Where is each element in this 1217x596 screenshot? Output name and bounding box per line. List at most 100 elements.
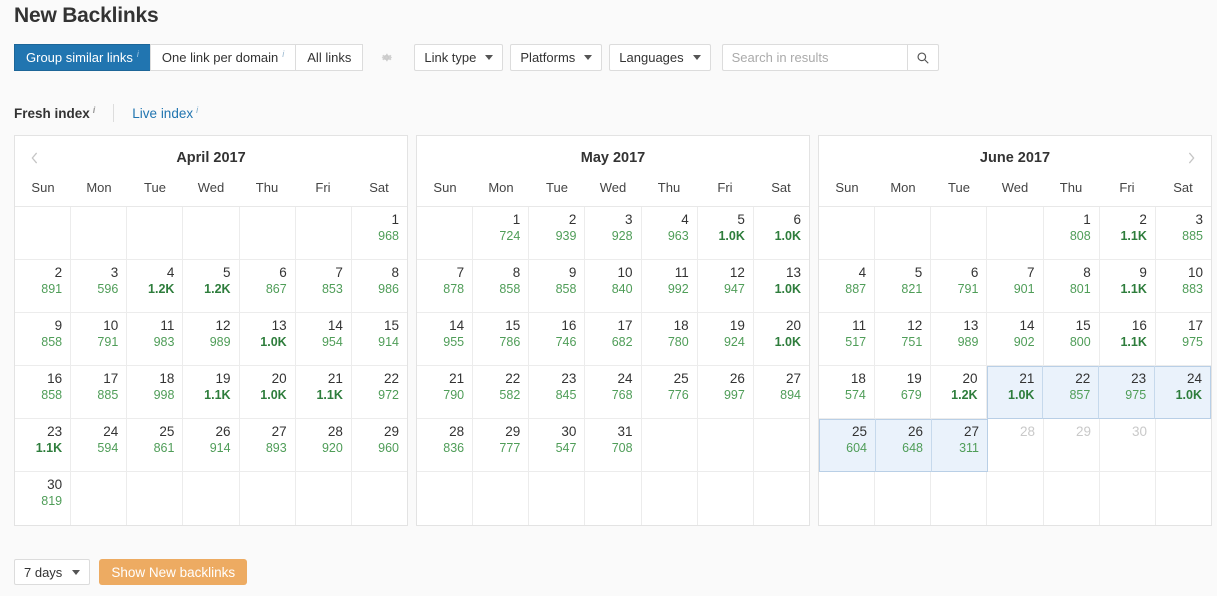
dropdown-platforms[interactable]: Platforms — [510, 44, 603, 71]
tab-fresh-index[interactable]: Fresh index i — [14, 105, 96, 121]
calendar-day-cell[interactable]: 7 878 — [417, 260, 474, 313]
calendar-day-cell[interactable]: 8 986 — [351, 260, 407, 313]
range-select[interactable]: 7 days — [14, 559, 91, 585]
calendar-day-cell[interactable]: 16 746 — [529, 313, 586, 366]
calendar-day-cell[interactable]: 26 997 — [697, 366, 754, 419]
calendar-day-cell[interactable]: 1 724 — [473, 207, 530, 260]
calendar-day-cell[interactable]: 17 975 — [1155, 313, 1211, 366]
calendar-day-cell[interactable]: 29 960 — [351, 419, 407, 472]
calendar-day-cell[interactable]: 16 1.1K — [1099, 313, 1156, 366]
calendar-day-cell[interactable]: 12 751 — [875, 313, 932, 366]
calendar-day-cell[interactable]: 22 972 — [351, 366, 407, 419]
calendar-day-cell[interactable]: 25 604 — [819, 419, 876, 472]
search-input[interactable] — [721, 44, 907, 71]
segment-group-similar-links[interactable]: Group similar links i — [14, 44, 151, 71]
calendar-day-cell[interactable]: 23 845 — [529, 366, 586, 419]
calendar-day-cell[interactable]: 26 914 — [183, 419, 240, 472]
calendar-day-cell[interactable]: 12 989 — [183, 313, 240, 366]
calendar-day-cell[interactable]: 17 885 — [71, 366, 128, 419]
gear-icon[interactable] — [369, 44, 403, 71]
calendar-day-cell[interactable]: 4 963 — [641, 207, 698, 260]
calendar-day-cell[interactable]: 12 947 — [697, 260, 754, 313]
calendar-day-cell[interactable]: 25 861 — [127, 419, 184, 472]
calendar-day-cell[interactable]: 1 968 — [351, 207, 407, 260]
calendar-day-cell[interactable]: 17 682 — [585, 313, 642, 366]
calendar-day-cell[interactable]: 10 883 — [1155, 260, 1211, 313]
chevron-right-icon[interactable] — [1179, 146, 1203, 170]
segment-one-link-per-domain[interactable]: One link per domain i — [149, 44, 297, 71]
calendar-day-cell[interactable]: 8 801 — [1043, 260, 1100, 313]
calendar-day-cell[interactable]: 9 858 — [529, 260, 586, 313]
calendar-day-cell[interactable]: 22 857 — [1043, 366, 1100, 419]
dropdown-link-type[interactable]: Link type — [414, 44, 504, 71]
calendar-day-cell[interactable]: 2 891 — [15, 260, 72, 313]
calendar-day-cell[interactable]: 23 975 — [1099, 366, 1156, 419]
calendar-day-cell[interactable]: 18 780 — [641, 313, 698, 366]
calendar-day-cell[interactable]: 20 1.2K — [930, 366, 987, 419]
info-icon[interactable]: i — [137, 49, 139, 59]
calendar-day-cell[interactable]: 14 954 — [295, 313, 352, 366]
calendar-day-cell[interactable]: 19 1.1K — [183, 366, 240, 419]
calendar-day-cell[interactable]: 6 1.0K — [753, 207, 809, 260]
calendar-day-cell[interactable]: 21 1.0K — [986, 366, 1044, 419]
calendar-day-cell[interactable]: 31 708 — [585, 419, 642, 472]
calendar-day-cell[interactable]: 2 1.1K — [1099, 207, 1156, 260]
calendar-day-cell[interactable]: 18 574 — [819, 366, 875, 419]
calendar-day-cell[interactable]: 7 853 — [295, 260, 352, 313]
info-icon[interactable]: i — [93, 105, 96, 115]
calendar-day-cell[interactable]: 13 989 — [931, 313, 988, 366]
calendar-day-cell[interactable]: 11 983 — [127, 313, 184, 366]
calendar-day-cell[interactable]: 5 821 — [875, 260, 932, 313]
calendar-day-cell[interactable]: 30 547 — [529, 419, 586, 472]
calendar-day-cell[interactable]: 24 768 — [585, 366, 642, 419]
tab-live-index[interactable]: Live index i — [132, 105, 198, 121]
calendar-day-cell[interactable]: 20 1.0K — [239, 366, 296, 419]
calendar-day-cell[interactable]: 10 791 — [71, 313, 128, 366]
calendar-day-cell[interactable]: 9 858 — [15, 313, 72, 366]
search-icon[interactable] — [906, 44, 939, 71]
info-icon[interactable]: i — [282, 49, 284, 59]
calendar-day-cell[interactable]: 26 648 — [876, 419, 932, 472]
calendar-day-cell[interactable]: 3 885 — [1155, 207, 1211, 260]
calendar-day-cell[interactable]: 29 777 — [473, 419, 530, 472]
calendar-day-cell[interactable]: 1 808 — [1043, 207, 1100, 260]
calendar-day-cell[interactable]: 11 992 — [641, 260, 698, 313]
calendar-day-cell[interactable]: 13 1.0K — [239, 313, 296, 366]
calendar-day-cell[interactable]: 6 867 — [239, 260, 296, 313]
calendar-day-cell[interactable]: 15 800 — [1043, 313, 1100, 366]
calendar-day-cell[interactable]: 16 858 — [15, 366, 72, 419]
info-icon[interactable]: i — [196, 105, 198, 115]
calendar-day-cell[interactable]: 13 1.0K — [753, 260, 809, 313]
calendar-day-cell[interactable]: 3 928 — [585, 207, 642, 260]
calendar-day-cell[interactable]: 19 924 — [697, 313, 754, 366]
chevron-left-icon[interactable] — [23, 146, 47, 170]
calendar-day-cell[interactable]: 4 887 — [819, 260, 876, 313]
calendar-day-cell[interactable]: 27 311 — [932, 419, 988, 472]
calendar-day-cell[interactable]: 27 893 — [239, 419, 296, 472]
segment-all-links[interactable]: All links — [295, 44, 364, 71]
calendar-day-cell[interactable]: 28 836 — [417, 419, 474, 472]
calendar-day-cell[interactable]: 6 791 — [931, 260, 988, 313]
dropdown-languages[interactable]: Languages — [609, 44, 711, 71]
calendar-day-cell[interactable]: 15 786 — [473, 313, 530, 366]
calendar-day-cell[interactable]: 5 1.0K — [697, 207, 754, 260]
calendar-day-cell[interactable]: 24 1.0K — [1155, 366, 1212, 419]
calendar-day-cell[interactable]: 25 776 — [641, 366, 698, 419]
calendar-day-cell[interactable]: 14 955 — [417, 313, 474, 366]
calendar-day-cell[interactable]: 18 998 — [127, 366, 184, 419]
calendar-day-cell[interactable]: 30 819 — [15, 472, 72, 525]
calendar-day-cell[interactable]: 2 939 — [529, 207, 586, 260]
calendar-day-cell[interactable]: 7 901 — [987, 260, 1044, 313]
show-new-backlinks-button[interactable]: Show New backlinks — [99, 559, 248, 585]
calendar-day-cell[interactable]: 9 1.1K — [1099, 260, 1156, 313]
calendar-day-cell[interactable]: 11 517 — [819, 313, 876, 366]
calendar-day-cell[interactable]: 4 1.2K — [127, 260, 184, 313]
calendar-day-cell[interactable]: 5 1.2K — [183, 260, 240, 313]
calendar-day-cell[interactable]: 8 858 — [473, 260, 530, 313]
calendar-day-cell[interactable]: 23 1.1K — [15, 419, 72, 472]
calendar-day-cell[interactable]: 28 920 — [295, 419, 352, 472]
calendar-day-cell[interactable]: 21 790 — [417, 366, 474, 419]
calendar-day-cell[interactable]: 21 1.1K — [295, 366, 352, 419]
calendar-day-cell[interactable]: 19 679 — [874, 366, 931, 419]
calendar-day-cell[interactable]: 14 902 — [987, 313, 1044, 366]
